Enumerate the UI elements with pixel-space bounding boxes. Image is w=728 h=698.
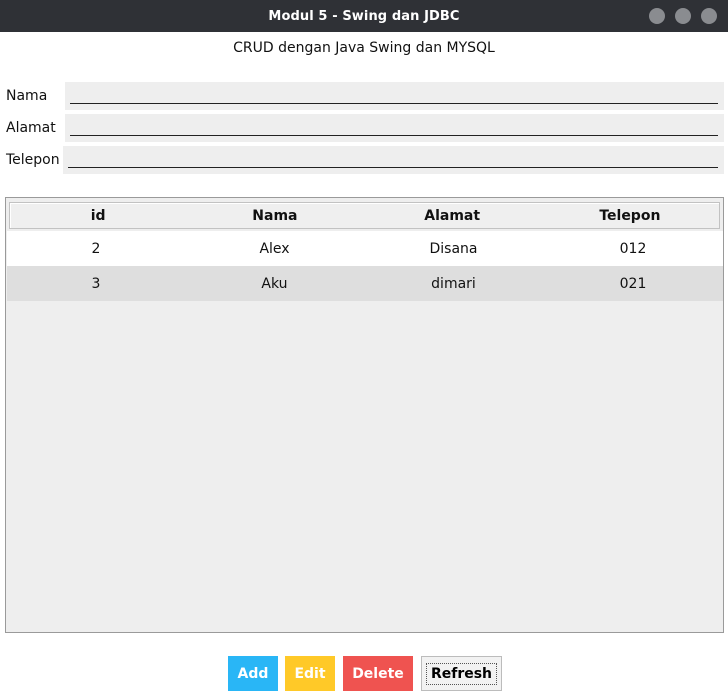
telepon-label: Telepon — [6, 152, 60, 168]
add-button[interactable]: Add — [228, 656, 278, 691]
window-titlebar[interactable]: Modul 5 - Swing dan JDBC — [0, 0, 728, 32]
table-cell-telepon: 012 — [619, 240, 647, 257]
column-header-nama[interactable]: Nama — [186, 203, 363, 228]
maximize-icon[interactable] — [675, 8, 691, 24]
delete-button[interactable]: Delete — [343, 656, 413, 691]
telepon-input[interactable] — [68, 147, 718, 168]
data-table[interactable]: id Nama Alamat Telepon 2 Alex Disana 012… — [5, 197, 724, 633]
table-row[interactable]: 3 Aku dimari 021 — [7, 266, 723, 301]
table-cell-nama: Aku — [261, 275, 288, 292]
refresh-button-label: Refresh — [425, 662, 498, 685]
telepon-field-container — [63, 146, 724, 174]
table-cell-alamat: dimari — [431, 275, 476, 292]
alamat-label: Alamat — [6, 120, 56, 136]
window-title: Modul 5 - Swing dan JDBC — [268, 8, 460, 24]
refresh-button[interactable]: Refresh — [421, 656, 502, 691]
alamat-field-container — [65, 114, 724, 142]
table-header: id Nama Alamat Telepon — [9, 202, 720, 229]
close-icon[interactable] — [701, 8, 717, 24]
nama-field-container — [65, 82, 724, 110]
table-cell-id: 2 — [91, 240, 101, 257]
column-header-id[interactable]: id — [10, 203, 186, 228]
page-title: CRUD dengan Java Swing dan MYSQL — [233, 40, 495, 56]
alamat-input[interactable] — [70, 115, 718, 136]
nama-input[interactable] — [70, 83, 718, 104]
table-body: 2 Alex Disana 012 3 Aku dimari 021 — [7, 231, 723, 301]
table-row[interactable]: 2 Alex Disana 012 — [7, 231, 723, 266]
table-cell-id: 3 — [91, 275, 101, 292]
minimize-icon[interactable] — [649, 8, 665, 24]
column-header-telepon[interactable]: Telepon — [541, 203, 719, 228]
table-cell-telepon: 021 — [619, 275, 647, 292]
column-header-alamat[interactable]: Alamat — [364, 203, 541, 228]
edit-button[interactable]: Edit — [285, 656, 335, 691]
table-cell-alamat: Disana — [429, 240, 478, 257]
table-cell-nama: Alex — [259, 240, 290, 257]
nama-label: Nama — [6, 88, 48, 104]
